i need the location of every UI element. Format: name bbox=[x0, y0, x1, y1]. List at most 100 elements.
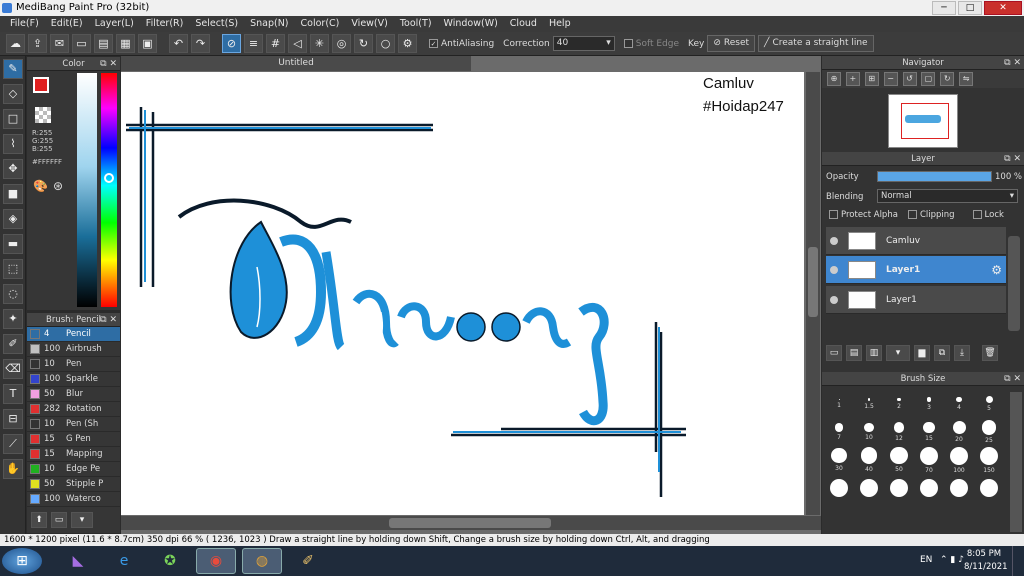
soft-edge-checkbox[interactable]: Soft Edge bbox=[623, 38, 679, 49]
brush-size-option[interactable]: 20 bbox=[945, 418, 973, 446]
grid-icon[interactable]: ▣ bbox=[138, 34, 157, 53]
add-brush-icon[interactable]: ⬆ bbox=[31, 512, 47, 528]
zoom-actual-icon[interactable]: ⊞ bbox=[864, 72, 879, 86]
protect-alpha-checkbox[interactable]: Protect Alpha bbox=[829, 210, 898, 220]
panel-close-icon[interactable]: ⧉ ✕ bbox=[100, 57, 117, 71]
snap-settings-icon[interactable]: ⚙ bbox=[398, 34, 417, 53]
tray-icons[interactable]: ⌃ ▮ ♪ bbox=[940, 555, 964, 565]
horizontal-scroll-thumb[interactable] bbox=[389, 518, 551, 528]
snap-radial-icon[interactable]: ✳ bbox=[310, 34, 329, 53]
new-layer-icon[interactable]: ▭ bbox=[826, 345, 842, 361]
menu-edit[interactable]: Edit(E) bbox=[45, 16, 89, 32]
navigator-preview[interactable] bbox=[888, 94, 958, 148]
menu-file[interactable]: File(F) bbox=[4, 16, 45, 32]
brush-size-preview[interactable] bbox=[885, 474, 913, 502]
eraser-tool-icon[interactable]: ◇ bbox=[3, 84, 23, 104]
zoom-out-icon[interactable]: − bbox=[883, 72, 898, 86]
comment-icon[interactable]: ✉ bbox=[50, 34, 69, 53]
brush-size-option[interactable]: 30 bbox=[825, 446, 853, 474]
visibility-icon[interactable] bbox=[830, 295, 838, 304]
brush-size-option[interactable]: 12 bbox=[885, 418, 913, 446]
brush-item[interactable]: 282 Rotation bbox=[27, 402, 120, 417]
brush-item[interactable]: 10 Pen bbox=[27, 357, 120, 372]
brush-size-preview[interactable] bbox=[855, 474, 883, 502]
vertical-scroll-thumb[interactable] bbox=[808, 247, 818, 317]
antialiasing-checkbox[interactable]: ✓ AntiAliasing bbox=[429, 38, 494, 49]
menu-filter[interactable]: Filter(R) bbox=[140, 16, 190, 32]
select-eraser-icon[interactable]: ⌫ bbox=[3, 359, 23, 379]
brush-size-option[interactable]: 1.5 bbox=[855, 390, 883, 418]
menu-tool[interactable]: Tool(T) bbox=[394, 16, 438, 32]
brush-size-option[interactable]: 3 bbox=[915, 390, 943, 418]
hand-tool-icon[interactable]: ✋ bbox=[3, 459, 23, 479]
move-tool-icon[interactable]: ✥ bbox=[3, 159, 23, 179]
menu-color[interactable]: Color(C) bbox=[295, 16, 346, 32]
brush-size-option[interactable]: 4 bbox=[945, 390, 973, 418]
snap-curve-icon[interactable]: ↻ bbox=[354, 34, 373, 53]
document-tab[interactable]: Untitled bbox=[121, 56, 471, 71]
saturation-bar[interactable] bbox=[77, 73, 97, 307]
brush-item[interactable]: 50 Blur bbox=[27, 387, 120, 402]
medibang-icon[interactable]: ◍ bbox=[242, 548, 282, 574]
brush-item[interactable]: 100 Waterco bbox=[27, 492, 120, 507]
hue-handle[interactable] bbox=[104, 173, 114, 183]
brush-item[interactable]: 4 Pencil bbox=[27, 327, 120, 342]
visibility-icon[interactable] bbox=[830, 236, 838, 245]
blending-select[interactable]: Normal ▾ bbox=[877, 189, 1018, 203]
fill-tool-icon[interactable]: ◈ bbox=[3, 209, 23, 229]
language-indicator[interactable]: EN bbox=[920, 555, 932, 565]
new-brush-icon[interactable]: ▭ bbox=[51, 512, 67, 528]
select-pen-icon[interactable]: ✐ bbox=[3, 334, 23, 354]
zoom-fit-icon[interactable]: ⊕ bbox=[827, 72, 841, 86]
snap-ellipse-icon[interactable]: ○ bbox=[376, 34, 395, 53]
duplicate-layer-icon[interactable]: ⧉ bbox=[934, 345, 950, 361]
panel-close-icon[interactable]: ⧉ ✕ bbox=[1004, 372, 1021, 386]
minimize-button[interactable]: ─ bbox=[932, 1, 956, 15]
brush-size-option[interactable]: 40 bbox=[855, 446, 883, 474]
menu-view[interactable]: View(V) bbox=[345, 16, 393, 32]
coccoc-icon[interactable]: ✪ bbox=[150, 548, 190, 574]
clock[interactable]: 8:05 PM 8/11/2021 bbox=[964, 548, 1008, 574]
brush-size-preview[interactable] bbox=[975, 474, 1003, 502]
brush-size-option[interactable]: 150 bbox=[975, 446, 1003, 474]
lock-checkbox[interactable]: Lock bbox=[972, 210, 1004, 220]
brush-item[interactable]: 10 Edge Pe bbox=[27, 462, 120, 477]
share-icon[interactable]: ⇪ bbox=[28, 34, 47, 53]
visual-studio-icon[interactable]: ◣ bbox=[58, 548, 98, 574]
brush-size-option[interactable]: 70 bbox=[915, 446, 943, 474]
brush-size-scrollbar[interactable] bbox=[1010, 392, 1022, 532]
gradient-tool-icon[interactable]: ▬ bbox=[3, 234, 23, 254]
eyedropper-icon[interactable]: ⟋ bbox=[3, 434, 23, 454]
snap-off-icon[interactable]: ⊘ bbox=[222, 34, 241, 53]
material-icon[interactable]: ▦ bbox=[116, 34, 135, 53]
hue-bar[interactable] bbox=[101, 73, 117, 307]
brush-size-option[interactable]: 15 bbox=[915, 418, 943, 446]
straight-line-button[interactable]: ╱ Create a straight line bbox=[758, 35, 874, 52]
brush-tool-icon[interactable]: ✎ bbox=[3, 59, 23, 79]
fit-window-icon[interactable]: ▢ bbox=[921, 72, 936, 86]
new-file-icon[interactable]: ▭ bbox=[72, 34, 91, 53]
opacity-slider[interactable] bbox=[877, 171, 992, 182]
brush-size-option[interactable]: 1 bbox=[825, 390, 853, 418]
layer-row-layer1-selected[interactable]: Layer1 ⚙ bbox=[826, 256, 1006, 284]
maximize-button[interactable]: □ bbox=[958, 1, 982, 15]
paint-icon[interactable]: ✐ bbox=[288, 548, 328, 574]
redo-icon[interactable]: ↷ bbox=[191, 34, 210, 53]
snap-cross-icon[interactable]: # bbox=[266, 34, 285, 53]
select-tool-icon[interactable]: ⬚ bbox=[3, 259, 23, 279]
layer-row-camluv[interactable]: Camluv bbox=[826, 227, 1006, 255]
cloud-icon[interactable]: ☁ bbox=[6, 34, 25, 53]
new-halftone-layer-icon[interactable]: ▤ bbox=[846, 345, 862, 361]
brush-item[interactable]: 15 Mapping bbox=[27, 447, 120, 462]
menu-snap[interactable]: Snap(N) bbox=[244, 16, 294, 32]
magic-wand-icon[interactable]: ✦ bbox=[3, 309, 23, 329]
merge-down-icon[interactable]: ⤓ bbox=[954, 345, 970, 361]
brush-size-option[interactable]: 7 bbox=[825, 418, 853, 446]
brush-size-option[interactable]: 25 bbox=[975, 418, 1003, 446]
brush-item[interactable]: 15 G Pen bbox=[27, 432, 120, 447]
layer-settings-gear-icon[interactable]: ⚙ bbox=[991, 263, 1002, 277]
brush-menu-icon[interactable]: ▾ bbox=[71, 512, 93, 528]
text-tool-icon[interactable]: T bbox=[3, 384, 23, 404]
flip-icon[interactable]: ⇋ bbox=[959, 72, 974, 86]
brush-size-preview[interactable] bbox=[825, 474, 853, 502]
